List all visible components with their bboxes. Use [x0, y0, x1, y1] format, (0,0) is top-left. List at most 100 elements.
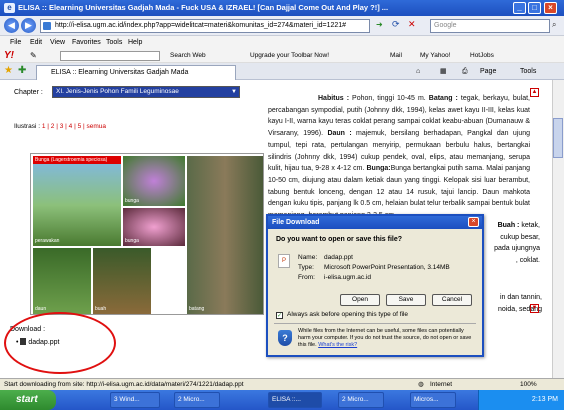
upgrade-toolbar-link[interactable]: Upgrade your Toolbar Now!	[250, 49, 329, 63]
daun-heading: Daun :	[327, 130, 352, 138]
menu-file[interactable]: File	[6, 36, 25, 49]
my-yahoo-button[interactable]: My Yahoo!	[420, 49, 450, 63]
close-button[interactable]: ×	[544, 2, 557, 14]
open-button[interactable]: Open	[340, 294, 380, 306]
pencil-icon[interactable]: ✎	[30, 49, 37, 63]
photo-buah: buah	[93, 248, 151, 314]
always-ask-checkbox[interactable]: ✓	[276, 312, 283, 319]
scroll-up-marker[interactable]: ▲	[530, 88, 539, 97]
photo-daun: daun	[33, 248, 91, 314]
zoom-level[interactable]: 100%	[520, 379, 537, 390]
maximize-button[interactable]: □	[528, 2, 541, 14]
text-fragment: , coklat.	[515, 257, 540, 265]
menu-help[interactable]: Help	[124, 36, 146, 49]
menu-edit[interactable]: Edit	[26, 36, 46, 49]
name-value: dadap.ppt	[324, 254, 353, 261]
taskbar: start 3 Wind... 2 Micro... ELISA ::... 2…	[0, 390, 564, 410]
ilustrasi-link-1[interactable]: 1	[42, 123, 46, 130]
task-micros[interactable]: Micros...	[410, 392, 456, 408]
clock: 2:13 PM	[531, 396, 558, 403]
task-windows[interactable]: 3 Wind...	[110, 392, 160, 408]
add-favorite-icon[interactable]: ✚	[18, 65, 26, 76]
photo-label: perawakan	[35, 238, 60, 244]
window-title: ELISA :: Elearning Universitas Gadjah Ma…	[18, 3, 389, 12]
bunga-text: Bunga bertangkai putih sama. Malai panja…	[268, 165, 530, 219]
forward-icon[interactable]: ▶	[21, 18, 36, 33]
task-elisa[interactable]: ELISA ::...	[268, 392, 322, 408]
status-zone: Internet	[430, 381, 453, 388]
file-download-dialog: File Download × Do you want to open or s…	[266, 214, 484, 357]
ilustrasi-link-5[interactable]: 5	[78, 123, 82, 130]
dialog-close-button[interactable]: ×	[468, 217, 479, 227]
photo-label: bunga	[125, 198, 139, 204]
scrollbar-thumb[interactable]	[553, 118, 563, 158]
menu-view[interactable]: View	[46, 36, 69, 49]
minimize-button[interactable]: _	[513, 2, 526, 14]
type-value: Microsoft PowerPoint Presentation, 3.14M…	[324, 264, 450, 271]
ilustrasi-label: Ilustrasi :	[14, 123, 41, 130]
search-icon[interactable]: ⌕	[552, 20, 556, 30]
mail-button[interactable]: Mail	[390, 49, 402, 63]
ilustrasi-link-all[interactable]: semua	[87, 123, 107, 130]
task-micro-1[interactable]: 2 Micro...	[174, 392, 220, 408]
chapter-label: Chapter :	[14, 89, 43, 96]
window-titlebar[interactable]: ELISA :: Elearning Universitas Gadjah Ma…	[0, 0, 564, 16]
description-text: Habitus : Pohon, tinggi 10-45 m. Batang …	[268, 93, 530, 222]
name-label: Name:	[298, 254, 318, 261]
favorites-star-icon[interactable]: ★	[4, 65, 13, 76]
page-menu[interactable]: Page	[480, 65, 496, 78]
warning-text: While files from the Internet can be use…	[298, 328, 476, 349]
batang-heading: Batang :	[428, 95, 458, 102]
text-fragments: Buah : ketak, cukup besar, pada ujungnya…	[488, 220, 540, 267]
shield-icon: ?	[278, 330, 292, 346]
print-icon[interactable]: ⎙	[462, 65, 468, 78]
search-placeholder: Google	[434, 22, 457, 29]
hotjobs-button[interactable]: HotJobs	[470, 49, 494, 63]
ilustrasi-link-2[interactable]: 2	[51, 123, 55, 130]
cancel-button[interactable]: Cancel	[432, 294, 472, 306]
photo-bunga-2: bunga	[123, 208, 185, 246]
system-tray: 2:13 PM	[478, 390, 564, 410]
tab-elisa[interactable]: ELISA :: Elearning Universitas Gadjah Ma…	[36, 65, 236, 80]
start-button[interactable]: start	[0, 390, 56, 410]
chapter-value: XI. Jenis-Jenis Pohon Famili Leguminosae	[56, 88, 179, 95]
text-fragment: ketak,	[519, 222, 540, 229]
address-input[interactable]: http://i-elisa.ugm.ac.id/index.php?app=w…	[40, 19, 370, 33]
highlight-oval	[4, 312, 116, 374]
from-label: From:	[298, 274, 315, 281]
search-input[interactable]: Google	[430, 19, 550, 33]
ie-icon: e	[4, 3, 15, 13]
go-icon[interactable]: ➜	[376, 20, 383, 29]
bunga-heading: Bunga:	[366, 165, 391, 173]
dialog-titlebar[interactable]: File Download	[268, 216, 482, 229]
page-icon	[43, 22, 51, 30]
text-fragment: cukup besar,	[500, 233, 540, 241]
save-button[interactable]: Save	[386, 294, 426, 306]
ilustrasi-link-4[interactable]: 4	[69, 123, 73, 130]
status-bar: Start downloading from site: http://i-el…	[0, 378, 564, 390]
chapter-select[interactable]: XI. Jenis-Jenis Pohon Famili Leguminosae…	[52, 86, 240, 98]
task-micro-2[interactable]: 2 Micro...	[338, 392, 384, 408]
scroll-down-marker[interactable]: ▼	[530, 304, 539, 313]
dialog-title: File Download	[272, 219, 320, 226]
feeds-icon[interactable]: ▦	[440, 65, 447, 78]
globe-icon: ◍	[418, 381, 424, 388]
refresh-icon[interactable]: ⟳	[392, 19, 400, 30]
stop-icon[interactable]: ✕	[408, 19, 416, 30]
photo-label: batang	[189, 306, 205, 312]
text-fragment: in dan tannin,	[499, 294, 542, 301]
always-ask-label: Always ask before opening this type of f…	[287, 311, 409, 318]
menu-favorites[interactable]: Favorites	[68, 36, 105, 49]
menu-tools[interactable]: Tools	[102, 36, 126, 49]
yahoo-search-input[interactable]	[60, 51, 160, 61]
photo-label: bunga	[125, 238, 139, 244]
yahoo-logo[interactable]: Y!	[4, 49, 14, 63]
image-title: Bunga (Lagerstroemia speciosa)	[33, 156, 121, 164]
whats-the-risk-link[interactable]: What's the risk?	[318, 342, 357, 348]
home-icon[interactable]: ⌂	[416, 65, 420, 78]
tools-menu[interactable]: Tools	[520, 65, 536, 78]
back-icon[interactable]: ◀	[4, 18, 19, 33]
search-web-button[interactable]: Search Web	[170, 49, 206, 63]
ilustrasi-link-3[interactable]: 3	[60, 123, 64, 130]
text-fragment: pada ujungnya	[494, 245, 540, 253]
